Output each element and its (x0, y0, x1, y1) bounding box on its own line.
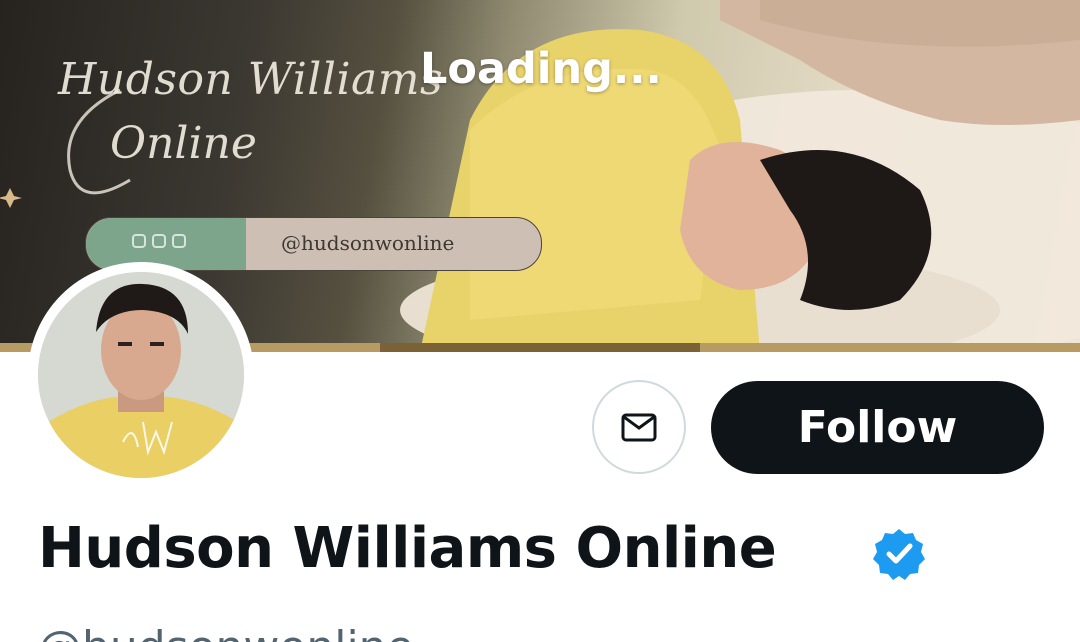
verified-badge-icon[interactable] (872, 526, 926, 580)
twitter-icon (132, 234, 146, 248)
banner-bar-segment (380, 343, 700, 352)
profile-handle: @hudsonwonline (38, 622, 414, 642)
banner-social-segment (86, 218, 246, 270)
banner-handle-text: @hudsonwonline (281, 231, 455, 255)
threads-icon (172, 234, 186, 248)
instagram-icon (152, 234, 166, 248)
avatar[interactable] (28, 262, 254, 488)
loading-indicator: Loading... (420, 44, 662, 94)
envelope-icon (621, 413, 657, 442)
follow-button[interactable]: Follow (711, 381, 1044, 474)
profile-page: Hudson Williams Online Loading... @hudso… (0, 0, 1080, 642)
avatar-photo (38, 272, 244, 478)
banner-brand-subtitle: Online (110, 118, 257, 169)
message-button[interactable] (592, 380, 686, 474)
profile-display-name: Hudson Williams Online (38, 516, 777, 581)
banner-brand-title: Hudson Williams (58, 54, 444, 105)
